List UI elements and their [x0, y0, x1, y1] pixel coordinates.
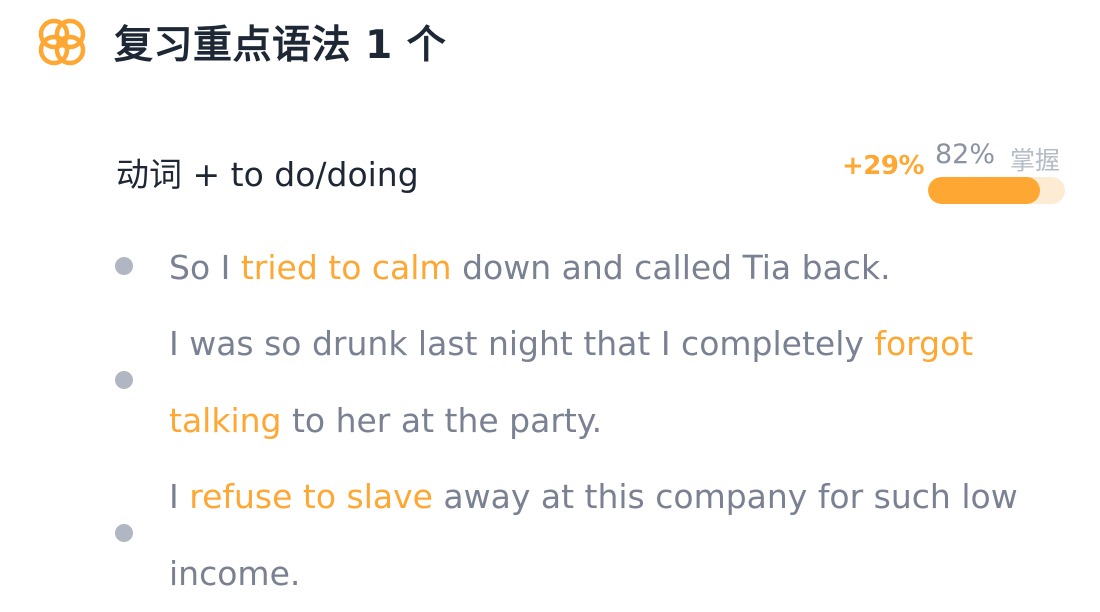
grammar-highlight: refuse to slave	[189, 477, 433, 516]
sentence-text: down and called Tia back.	[451, 248, 891, 287]
example-sentence: I refuse to slave away at this company f…	[169, 458, 1089, 612]
mastery-label: 掌握	[1010, 146, 1061, 175]
grammar-highlight: tried to calm	[240, 248, 452, 287]
grammar-point-title: 动词 + to do/doing	[116, 155, 419, 194]
mastery-progress-bar	[928, 177, 1065, 204]
mastery-percent: 82%	[935, 139, 996, 170]
sentence-text: to her at the party.	[281, 401, 603, 440]
sentence-text: I was so drunk last night that I complet…	[169, 324, 875, 363]
example-bullet	[115, 371, 133, 389]
mastery-progress-fill	[928, 177, 1041, 204]
sentence-text: I	[169, 477, 190, 516]
sentence-text: So I	[169, 248, 241, 287]
mastery-delta: +29%	[842, 151, 925, 181]
example-sentence: So I tried to calm down and called Tia b…	[169, 229, 1089, 306]
example-bullet	[115, 257, 133, 275]
page-title: 复习重点语法 1 个	[114, 23, 447, 68]
clover-ring-icon	[38, 18, 86, 66]
example-sentence: I was so drunk last night that I complet…	[169, 305, 1089, 459]
example-bullet	[115, 524, 133, 542]
review-header: 复习重点语法 1 个	[36, 14, 446, 70]
